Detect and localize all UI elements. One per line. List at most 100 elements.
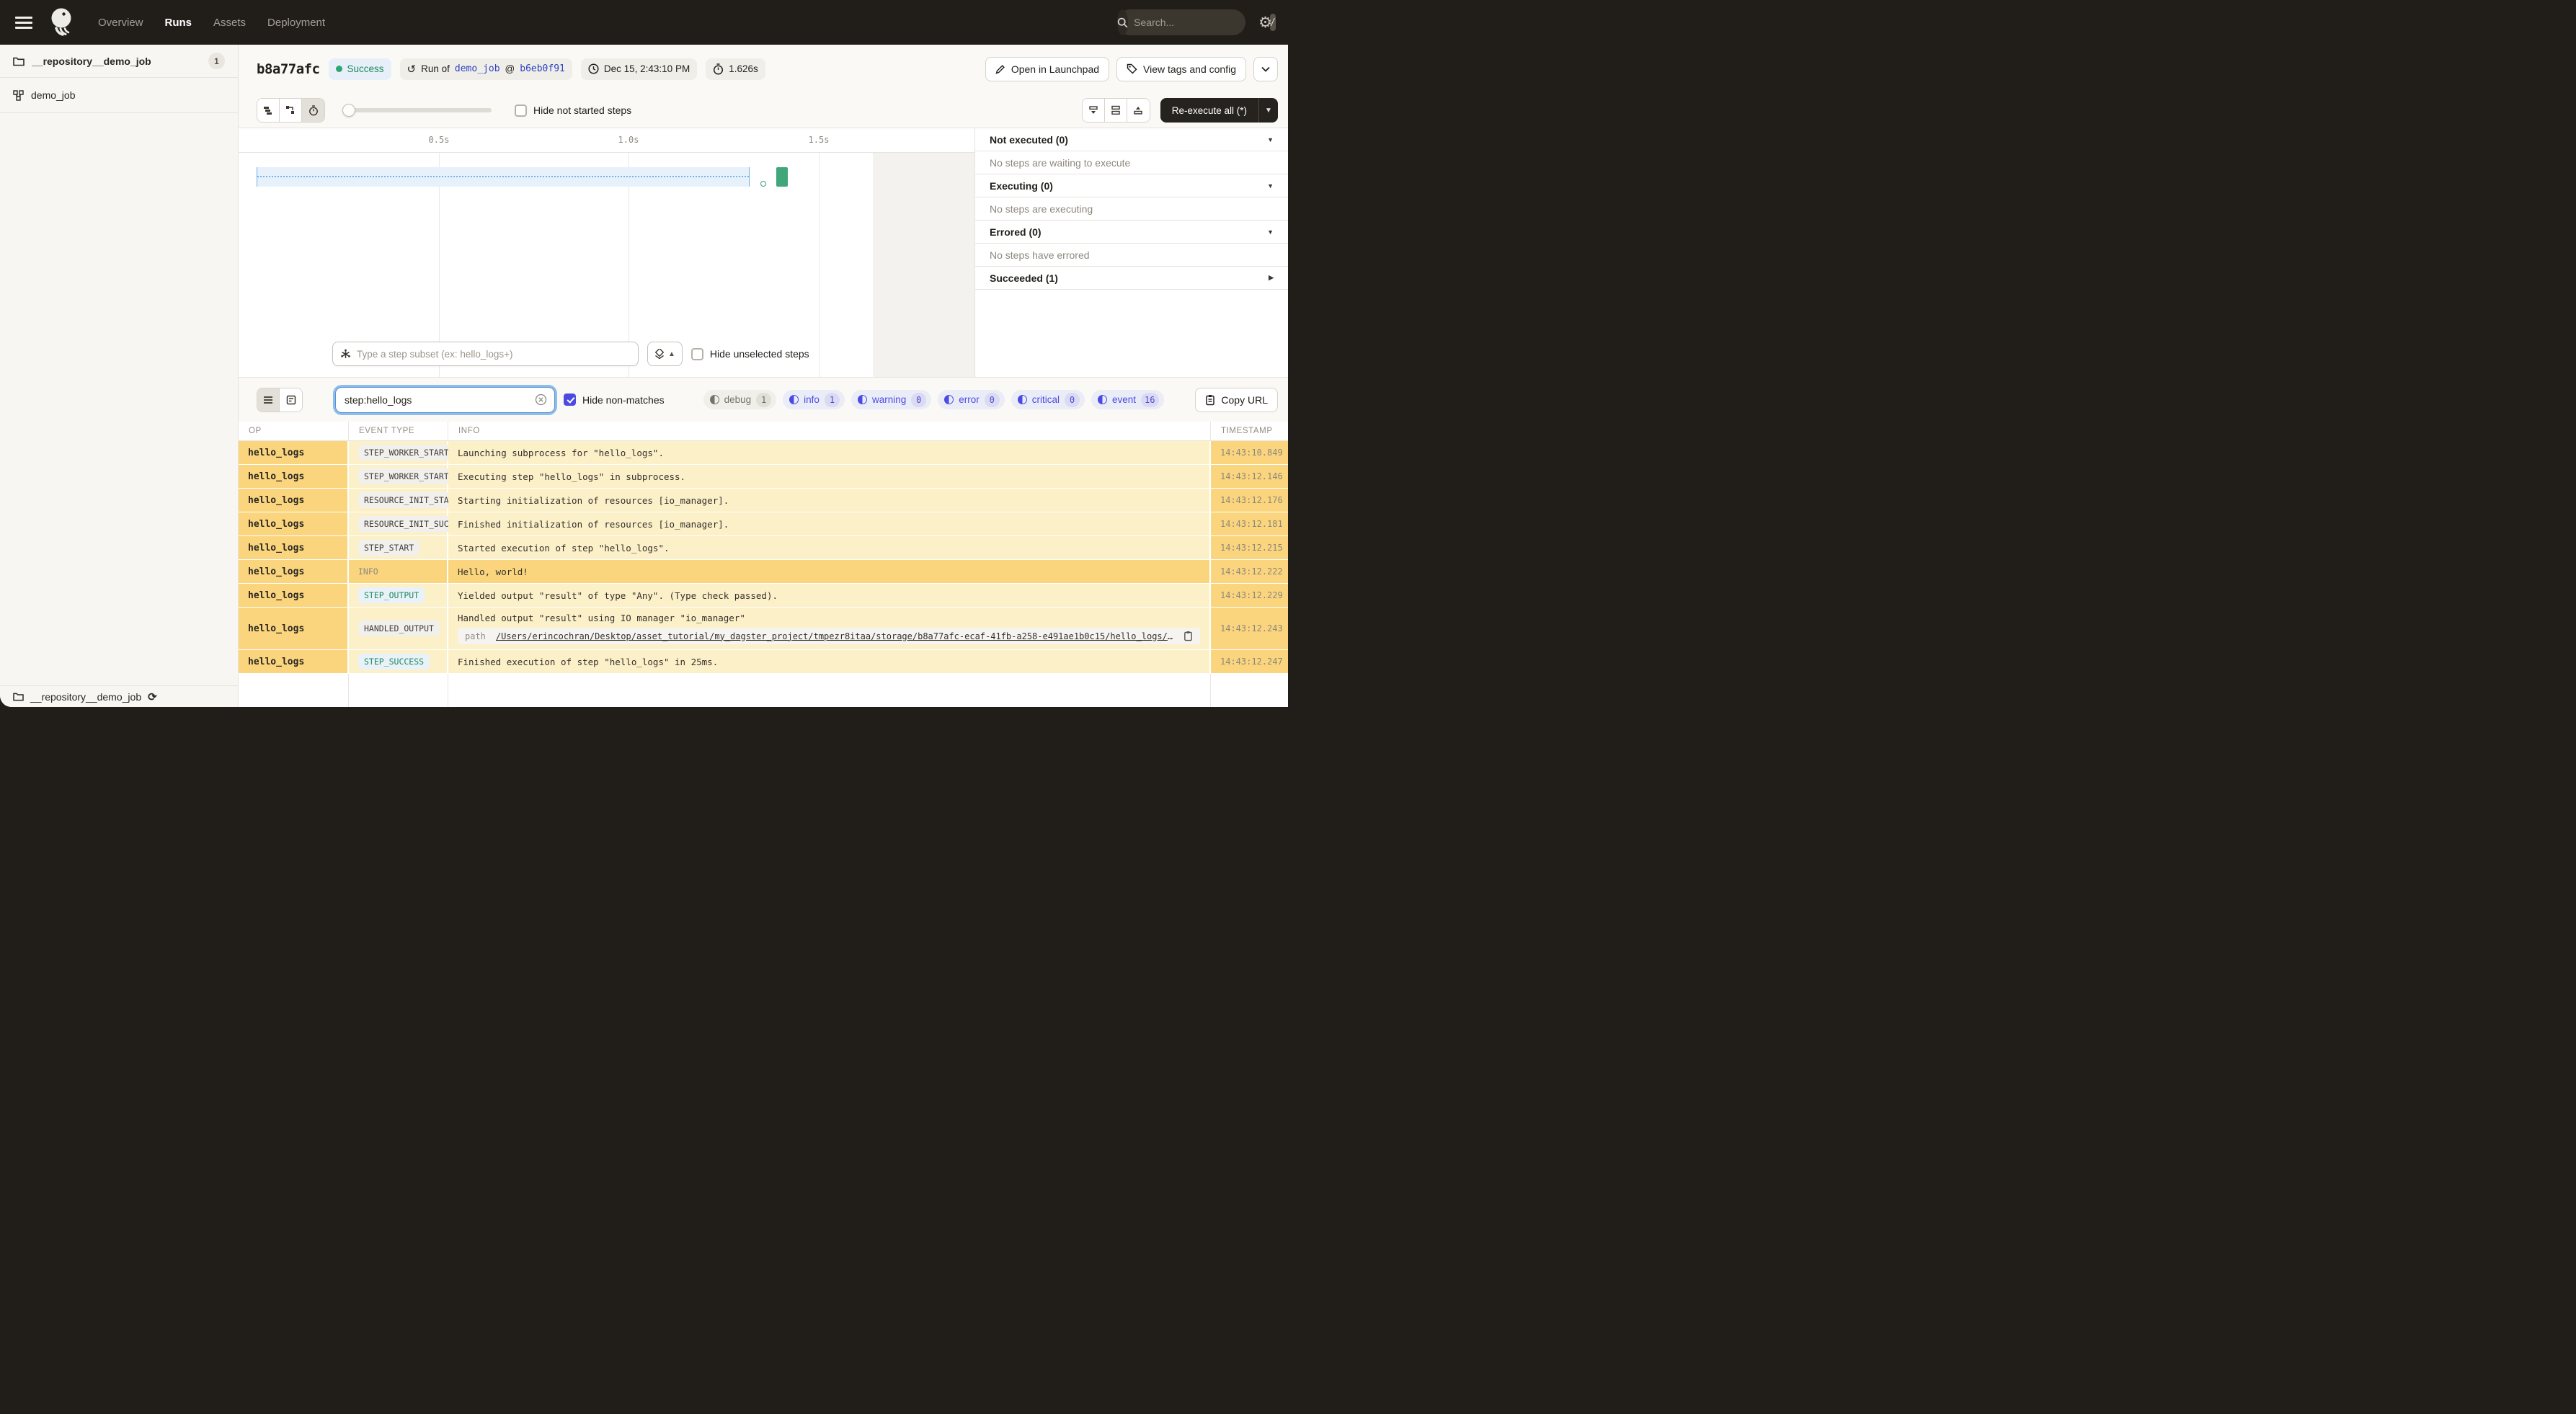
sidebar-item-demo-job[interactable]: demo_job [0, 78, 238, 113]
copy-url-button[interactable]: Copy URL [1195, 387, 1278, 412]
list-view-icon[interactable] [257, 388, 280, 412]
log-table-row[interactable]: hello_logs STEP_WORKER_STARTED Executing s… [239, 465, 1288, 489]
commit-link[interactable]: b6eb0f91 [520, 63, 565, 74]
empty-column [448, 674, 1211, 707]
log-level-count-badge: 0 [984, 392, 1000, 407]
info-cell: Handled output "result" using IO manager… [448, 608, 1211, 650]
info-cell: Launching subprocess for "hello_logs". [448, 441, 1211, 465]
steps-section-header-1[interactable]: Not executed (0) ▼ [975, 128, 1288, 151]
nav-item-deployment[interactable]: Deployment [267, 17, 325, 29]
log-table-row[interactable]: hello_logs INFO Hello, world! 14:43:12.222 [239, 560, 1288, 584]
steps-section-header-4[interactable]: Succeeded (1) ▶ [975, 267, 1288, 290]
gantt-selection-region[interactable] [257, 167, 750, 187]
reexecute-caret-icon[interactable]: ▼ [1258, 98, 1278, 123]
stopwatch-icon [713, 63, 724, 75]
log-level-chip-error[interactable]: error 0 [938, 390, 1005, 409]
clear-filter-icon[interactable] [535, 393, 547, 406]
collapse-top-icon[interactable] [1127, 99, 1150, 122]
folder-icon [13, 56, 25, 66]
log-level-chip-critical[interactable]: critical 0 [1011, 390, 1085, 409]
path-label: path [465, 631, 486, 641]
structured-view-icon[interactable] [280, 388, 302, 412]
reexecute-label: Re-execute all (*) [1171, 105, 1247, 116]
op-cell: hello_logs [239, 584, 349, 608]
log-table-row[interactable]: hello_logs STEP_SUCCESS Finished execution… [239, 650, 1288, 674]
chevron-down-icon [1261, 66, 1270, 72]
timeline-tick-label: 0.5s [428, 135, 450, 145]
column-header-timestamp: TIMESTAMP [1221, 427, 1273, 435]
log-table-row[interactable]: hello_logs STEP_START Started execution of… [239, 536, 1288, 560]
open-launchpad-button[interactable]: Open in Launchpad [985, 56, 1110, 81]
gantt-step-bar-hello-logs[interactable] [776, 167, 788, 187]
collapse-bottom-icon[interactable] [1082, 99, 1105, 122]
log-filter-input[interactable] [345, 393, 535, 406]
timestamp-cell: 14:43:10.849 [1211, 441, 1288, 465]
split-panels-icon[interactable] [1104, 99, 1127, 122]
log-level-count-badge: 1 [756, 392, 772, 407]
info-cell: Started execution of step "hello_logs". [448, 536, 1211, 560]
folder-icon [13, 692, 24, 701]
run-actions-dropdown-button[interactable] [1253, 56, 1278, 81]
status-badge: Success [328, 58, 391, 80]
hide-not-started-checkbox[interactable]: Hide not started steps [515, 104, 631, 117]
run-of-badge: ↺ Run of demo_job @ b6eb0f91 [399, 58, 572, 80]
nav-item-overview[interactable]: Overview [98, 17, 143, 29]
op-cell: hello_logs [239, 608, 349, 650]
path-link[interactable]: /Users/erincochran/Desktop/asset_tutoria… [496, 631, 1173, 641]
timing-view-icon[interactable] [302, 99, 324, 122]
steps-section-header-3[interactable]: Errored (0) ▼ [975, 221, 1288, 244]
gear-icon[interactable]: ⚙ [1258, 15, 1276, 30]
step-subset-input-wrap [332, 342, 639, 366]
checkbox-icon[interactable] [515, 104, 527, 117]
copy-path-icon[interactable] [1183, 631, 1193, 641]
gantt-chart: 0.5s 1.0s 1.5s Type a step subset (ex: h… [239, 128, 974, 377]
log-level-chip-info[interactable]: info 1 [783, 390, 845, 409]
info-cell: Starting initialization of resources [io… [448, 489, 1211, 512]
flat-view-icon[interactable] [257, 99, 280, 122]
log-level-chip-debug[interactable]: debug 1 [703, 390, 777, 409]
sidebar-item-repository[interactable]: __repository__demo_job 1 [0, 45, 238, 78]
zoom-slider[interactable] [342, 104, 492, 117]
log-filter-input-wrap [335, 386, 555, 413]
info-text: Handled output "result" using IO manager… [458, 613, 745, 623]
log-table-row[interactable]: hello_logs RESOURCE_INIT_STAR… Starting in… [239, 489, 1288, 512]
reexecute-all-button[interactable]: Re-execute all (*) ▼ [1160, 98, 1278, 123]
hide-unselected-label: Hide unselected steps [709, 348, 809, 360]
sidebar: __repository__demo_job 1 demo_job __repo… [0, 45, 239, 707]
step-subset-input[interactable] [357, 348, 631, 360]
timeline-gridline [819, 153, 820, 377]
global-search[interactable]: / [1117, 9, 1276, 35]
event-type-chip: STEP_OUTPUT [358, 587, 425, 603]
log-level-count-badge: 0 [1065, 392, 1080, 407]
checkbox-icon[interactable] [690, 347, 703, 360]
zoom-slider-handle[interactable] [342, 104, 355, 117]
steps-section-header-2[interactable]: Executing (0) ▼ [975, 174, 1288, 197]
log-table-row[interactable]: hello_logs HANDLED_OUTPUT Handled output "… [239, 608, 1288, 650]
graph-query-toggle-button[interactable]: ▲ [647, 342, 683, 366]
job-link[interactable]: demo_job [455, 63, 500, 74]
log-level-chip-event[interactable]: event 16 [1091, 390, 1164, 409]
nav-item-runs[interactable]: Runs [165, 17, 192, 29]
view-tags-config-button[interactable]: View tags and config [1116, 56, 1246, 81]
log-table-row[interactable]: hello_logs STEP_WORKER_STARTI… Launching s… [239, 441, 1288, 465]
hide-unselected-checkbox[interactable]: Hide unselected steps [690, 347, 809, 360]
column-header-op: OP [239, 422, 349, 440]
column-header-event-type: EVENT TYPE [349, 422, 448, 440]
op-selector-icon [340, 349, 351, 360]
gantt-step-marker-icon[interactable] [760, 181, 766, 187]
run-id: b8a77afc [257, 61, 320, 77]
checkbox-checked-icon[interactable] [564, 393, 576, 406]
log-level-label: event [1112, 394, 1137, 405]
log-level-chip-warning[interactable]: warning 0 [850, 390, 932, 409]
hide-non-matches-checkbox[interactable]: Hide non-matches [564, 393, 665, 406]
log-table-row[interactable]: hello_logs STEP_OUTPUT Yielded output "res… [239, 584, 1288, 608]
dagster-logo-icon[interactable] [48, 6, 76, 38]
nav-item-assets[interactable]: Assets [213, 17, 246, 29]
search-input[interactable] [1134, 17, 1265, 28]
reload-icon[interactable]: ⟳ [148, 690, 157, 703]
event-type-cell: HANDLED_OUTPUT [349, 608, 448, 650]
log-table-row[interactable]: hello_logs RESOURCE_INIT_SUCC… Finished in… [239, 512, 1288, 536]
waterfall-view-icon[interactable] [280, 99, 302, 122]
menu-icon[interactable] [12, 10, 36, 35]
duration-badge: 1.626s [706, 58, 765, 80]
